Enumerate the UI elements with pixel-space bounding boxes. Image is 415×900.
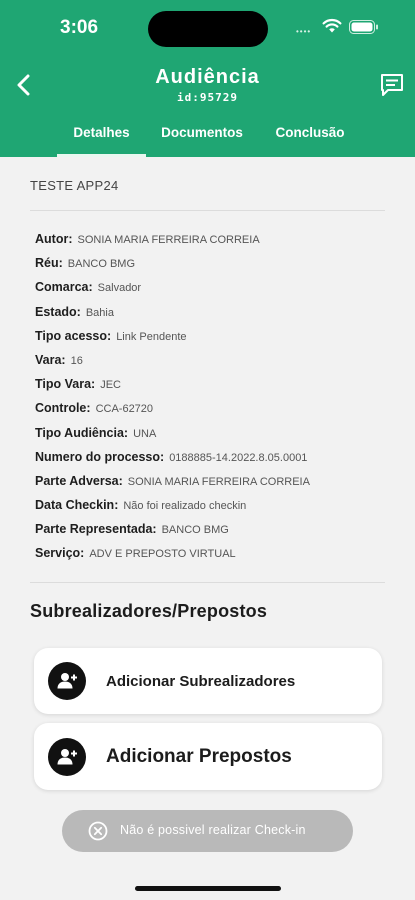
detail-row-tipo-acesso: Tipo acesso: Link Pendente: [35, 329, 395, 353]
detail-value: 16: [70, 354, 83, 367]
detail-row-servico: Serviço: ADV E PREPOSTO VIRTUAL: [35, 546, 395, 570]
tab-detalhes[interactable]: Detalhes: [57, 120, 146, 157]
status-time: 3:06: [60, 17, 99, 38]
detail-value: Link Pendente: [116, 330, 187, 343]
detail-value: BANCO BMG: [67, 258, 136, 271]
dynamic-island: [148, 11, 268, 47]
add-user-icon: [48, 737, 86, 776]
detail-label: Autor:: [35, 232, 73, 246]
wifi-icon: [322, 18, 342, 33]
add-prepostos-label: Adicionar Prepostos: [106, 745, 292, 767]
detail-label: Vara:: [35, 352, 66, 367]
detail-label: Réu:: [35, 256, 63, 271]
detail-row-vara: Vara: 16: [35, 353, 395, 377]
detail-row-parte-representada: Parte Representada: BANCO BMG: [35, 522, 395, 546]
detail-row-data-checkin: Data Checkin: Não foi realizado checkin: [35, 498, 395, 522]
detail-label: Estado:: [35, 304, 81, 319]
detail-value: Salvador: [97, 282, 142, 295]
page-subtitle-id: id:95729: [177, 91, 238, 104]
page-title: Audiência: [155, 66, 260, 88]
detail-label: Tipo Vara:: [35, 377, 96, 392]
detail-row-autor: Autor: SONIA MARIA FERREIRA CORREIA: [35, 232, 395, 256]
divider: [30, 582, 385, 583]
detail-label: Parte Adversa:: [35, 473, 123, 488]
detail-row-parte-adversa: Parte Adversa: SONIA MARIA FERREIRA CORRE…: [35, 474, 395, 498]
detail-value: BANCO BMG: [161, 524, 229, 537]
detail-row-reu: Réu: BANCO BMG: [35, 256, 395, 280]
tab-documentos[interactable]: Documentos: [152, 120, 252, 157]
add-subrealizadores-label: Adicionar Subrealizadores: [106, 672, 296, 690]
detail-label: Controle:: [35, 401, 91, 416]
detail-row-tipo-vara: Tipo Vara: JEC: [35, 377, 395, 401]
case-name: TESTE APP24: [30, 178, 119, 193]
toast-message: Não é possivel realizar Check-in: [62, 810, 353, 852]
detail-row-comarca: Comarca: Salvador: [35, 280, 395, 304]
section-title: Subrealizadores/Prepostos: [30, 601, 268, 621]
detail-value: CCA-62720: [95, 403, 154, 416]
detail-row-tipo-audiencia: Tipo Audiência: UNA: [35, 426, 395, 450]
chat-icon[interactable]: [379, 72, 405, 98]
home-indicator[interactable]: [135, 886, 281, 891]
detail-value: 0188885-14.2022.8.05.0001: [169, 451, 308, 464]
detail-value: Bahia: [85, 306, 114, 319]
app-header: 3:06 •••• Audiência id:95729 Detalhes Do…: [0, 0, 415, 157]
status-bar: 3:06 ••••: [0, 0, 415, 56]
detail-label: Serviço:: [35, 546, 85, 561]
detail-row-controle: Controle: CCA-62720: [35, 401, 395, 425]
detail-label: Numero do processo:: [35, 449, 165, 464]
detail-label: Comarca:: [35, 280, 93, 295]
add-user-icon: [48, 662, 86, 700]
detail-value: SONIA MARIA FERREIRA CORREIA: [77, 234, 260, 246]
detail-label: Tipo Audiência:: [35, 425, 129, 440]
tab-conclusao[interactable]: Conclusão: [266, 120, 354, 157]
cellular-signal-icon: ••••: [296, 27, 312, 36]
detail-row-estado: Estado: Bahia: [35, 305, 395, 329]
tab-bar: Detalhes Documentos Conclusão: [0, 120, 415, 157]
detail-value: ADV E PREPOSTO VIRTUAL: [89, 548, 236, 561]
close-circle-icon: [88, 821, 108, 841]
detail-label: Parte Representada:: [35, 522, 157, 537]
detail-label: Tipo acesso:: [35, 328, 112, 343]
detail-label: Data Checkin:: [35, 498, 119, 513]
detail-value: UNA: [133, 427, 157, 440]
details-list: Autor: SONIA MARIA FERREIRA CORREIA Réu: B…: [35, 232, 395, 571]
add-subrealizadores-button[interactable]: Adicionar Subrealizadores: [34, 648, 382, 714]
battery-icon: [349, 20, 378, 34]
toast-text: Não é possivel realizar Check-in: [120, 823, 306, 837]
detail-value: JEC: [100, 379, 121, 392]
detail-value: Não foi realizado checkin: [123, 500, 247, 513]
detail-row-numero-processo: Numero do processo: 0188885-14.2022.8.05.…: [35, 450, 395, 474]
divider: [30, 210, 385, 211]
add-prepostos-button[interactable]: Adicionar Prepostos: [34, 723, 382, 790]
detail-value: SONIA MARIA FERREIRA CORREIA: [127, 475, 310, 488]
